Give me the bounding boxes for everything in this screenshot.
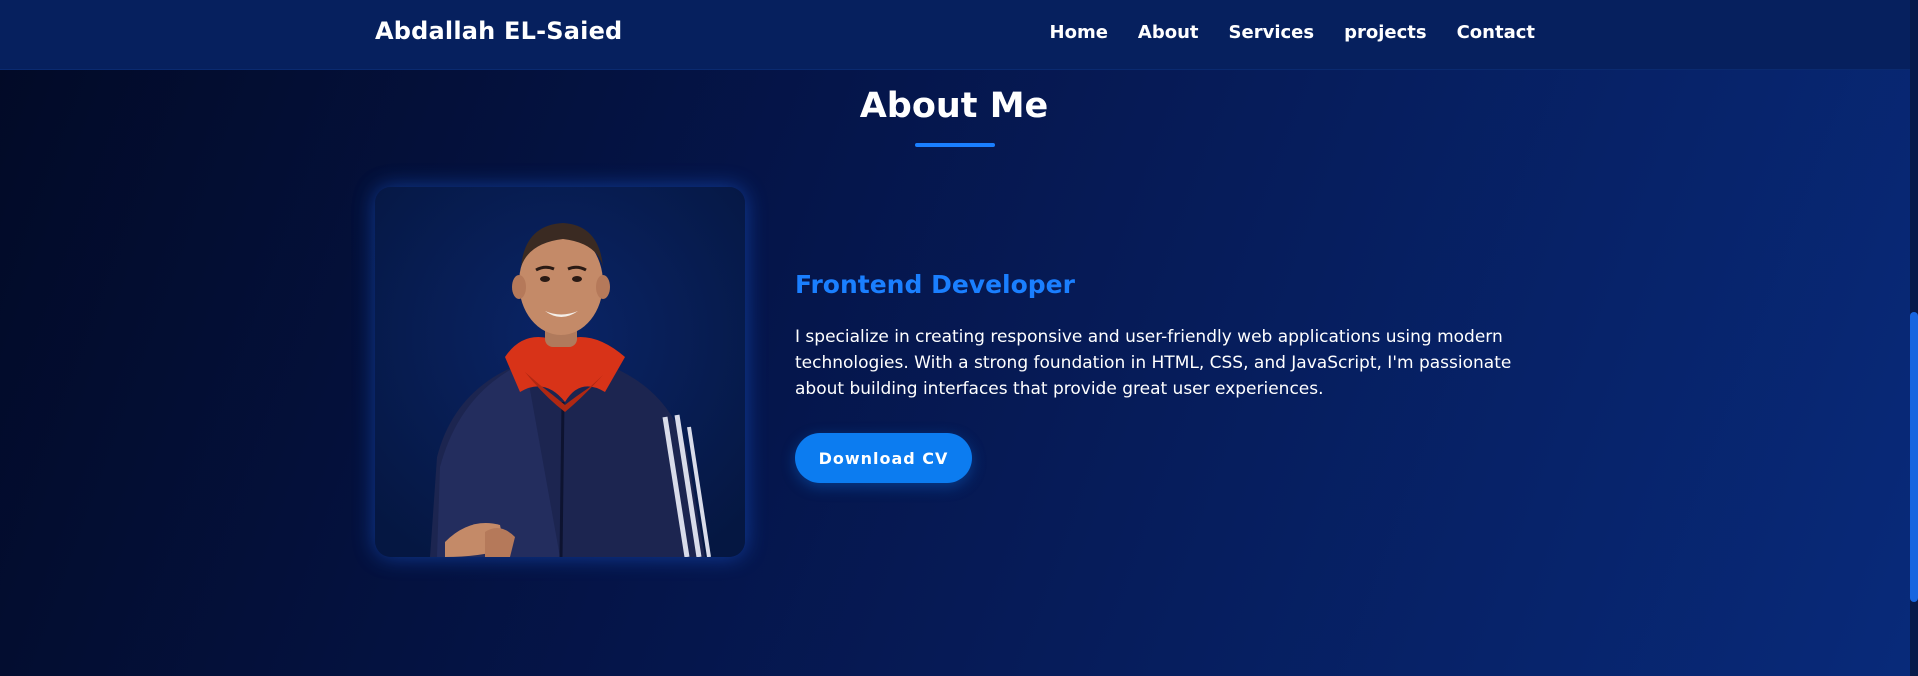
bio-text: I specialize in creating responsive and … (795, 327, 1512, 399)
title-underline (915, 143, 995, 147)
navbar: Abdallah EL-Saied Home About Services pr… (0, 0, 1918, 70)
scrollbar-thumb[interactable] (1910, 312, 1918, 602)
profile-photo (375, 187, 745, 557)
nav-services[interactable]: Services (1229, 22, 1315, 43)
nav-about[interactable]: About (1138, 22, 1199, 43)
nav-projects[interactable]: projects (1344, 22, 1427, 43)
brand-logo[interactable]: Abdallah EL-Saied (375, 17, 622, 45)
role-heading: Frontend Developer (795, 270, 1075, 299)
download-cv-button[interactable]: Download CV (795, 433, 972, 483)
nav-home[interactable]: Home (1050, 22, 1108, 43)
nav-links: Home About Services projects Contact (1050, 22, 1535, 43)
profile-photo-illustration (375, 187, 745, 557)
nav-contact[interactable]: Contact (1457, 22, 1535, 43)
section-title: About Me (859, 86, 1049, 126)
